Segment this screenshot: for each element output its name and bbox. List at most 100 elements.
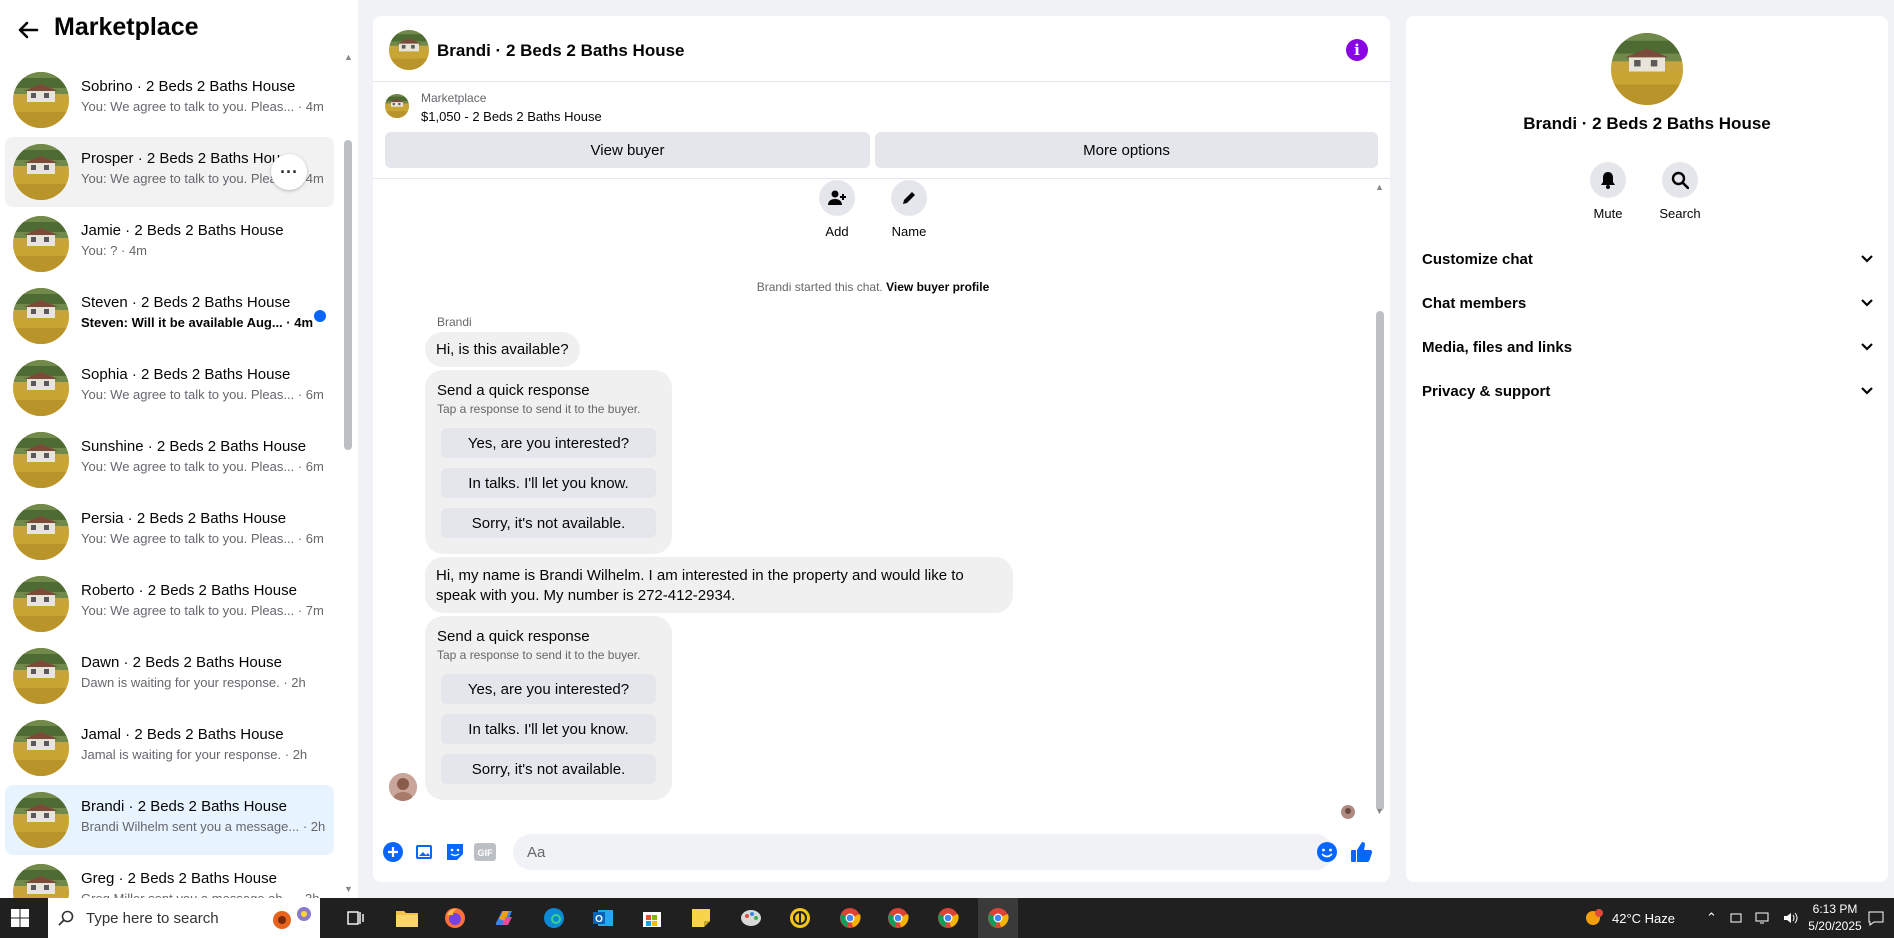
sticky-notes-icon[interactable]: [687, 904, 715, 932]
store-icon[interactable]: [638, 904, 666, 932]
media-files-section[interactable]: Media, files and links: [1422, 327, 1874, 367]
weather-widget[interactable]: 42°C Haze: [1584, 898, 1675, 938]
conversation-preview: You: We agree to talk to you. Pleas... ·…: [81, 531, 324, 546]
more-options-icon[interactable]: ···: [271, 154, 307, 190]
search-label: Search: [1659, 206, 1701, 221]
scroll-up-arrow[interactable]: ▲: [344, 52, 353, 62]
clock[interactable]: 6:13 PM 5/20/2025: [1800, 901, 1870, 935]
chat-title[interactable]: Brandi · 2 Beds 2 Baths House: [437, 41, 685, 61]
message-bubble[interactable]: Hi, is this available?: [425, 332, 580, 367]
mute-action[interactable]: Mute: [1578, 162, 1638, 221]
app-icon[interactable]: [786, 904, 814, 932]
conversation-item[interactable]: Jamal · 2 Beds 2 Baths House Jamal is wai…: [5, 713, 334, 783]
quick-reply-button[interactable]: Yes, are you interested?: [441, 428, 656, 458]
gif-icon[interactable]: GIF: [473, 838, 497, 866]
conversation-item[interactable]: Prosper · 2 Beds 2 Baths House You: We ag…: [5, 137, 334, 207]
quick-response-title: Send a quick response: [437, 628, 590, 645]
sidebar-title: Marketplace: [54, 13, 199, 41]
quick-response-subtitle: Tap a response to send it to the buyer.: [437, 648, 641, 662]
scroll-down-arrow[interactable]: ▼: [1375, 806, 1384, 816]
plus-icon[interactable]: [381, 838, 405, 866]
emoji-icon[interactable]: [1315, 838, 1339, 866]
conversation-item[interactable]: Persia · 2 Beds 2 Baths House You: We agr…: [5, 497, 334, 567]
add-action[interactable]: Add: [807, 180, 867, 239]
conversation-avatar: [13, 144, 69, 200]
conversation-preview: Dawn is waiting for your response. · 2h: [81, 675, 306, 690]
conversation-item[interactable]: Sunshine · 2 Beds 2 Baths House You: We a…: [5, 425, 334, 495]
back-arrow-icon[interactable]: [14, 16, 42, 44]
quick-reply-button[interactable]: Yes, are you interested?: [441, 674, 656, 704]
edge-icon[interactable]: [540, 904, 568, 932]
windows-taskbar: Type here to search O 42°C Haze ⌃ 6:13 P…: [0, 898, 1894, 938]
conversation-item[interactable]: Brandi · 2 Beds 2 Baths House Brandi Wilh…: [5, 785, 334, 855]
like-icon[interactable]: [1347, 838, 1375, 866]
quick-reply-button[interactable]: In talks. I'll let you know.: [441, 714, 656, 744]
scroll-up-arrow[interactable]: ▲: [1375, 182, 1384, 192]
chat-members-section[interactable]: Chat members: [1422, 283, 1874, 323]
taskbar-search[interactable]: Type here to search: [48, 898, 320, 938]
section-label: Media, files and links: [1422, 338, 1573, 356]
section-label: Privacy & support: [1422, 382, 1551, 400]
photo-icon[interactable]: [413, 838, 437, 866]
system-message: Brandi started this chat. View buyer pro…: [373, 280, 1373, 294]
view-buyer-profile-link[interactable]: View buyer profile: [886, 280, 989, 294]
message-input[interactable]: Aa: [513, 834, 1333, 870]
chrome-icon[interactable]: [836, 904, 864, 932]
svg-text:O: O: [595, 914, 603, 925]
conversation-item[interactable]: Sobrino · 2 Beds 2 Baths House You: We ag…: [5, 65, 334, 135]
details-avatar[interactable]: [1611, 33, 1683, 105]
network-icon[interactable]: [1755, 911, 1771, 925]
conversation-item[interactable]: Sophia · 2 Beds 2 Baths House You: We agr…: [5, 353, 334, 423]
scroll-down-arrow[interactable]: ▼: [344, 884, 353, 894]
customize-chat-section[interactable]: Customize chat: [1422, 239, 1874, 279]
sidebar-scrollbar[interactable]: [344, 140, 352, 450]
conversation-name: Sophia · 2 Beds 2 Baths House: [81, 366, 291, 383]
paint-icon[interactable]: [737, 904, 765, 932]
mute-label: Mute: [1593, 206, 1623, 221]
conversation-avatar: [13, 792, 69, 848]
conversation-name: Sunshine · 2 Beds 2 Baths House: [81, 438, 307, 455]
volume-icon[interactable]: [1783, 911, 1799, 925]
divider: [373, 178, 1390, 179]
task-view-icon[interactable]: [342, 904, 370, 932]
pencil-icon: [891, 180, 927, 216]
info-icon[interactable]: i: [1346, 39, 1368, 61]
conversation-item[interactable]: Roberto · 2 Beds 2 Baths House You: We ag…: [5, 569, 334, 639]
details-title: Brandi · 2 Beds 2 Baths House: [1523, 114, 1771, 133]
quick-reply-button[interactable]: Sorry, it's not available.: [441, 508, 656, 538]
chrome-active-icon[interactable]: [978, 898, 1018, 938]
conversation-item[interactable]: Jamie · 2 Beds 2 Baths House You: ? · 4m: [5, 209, 334, 279]
quick-reply-button[interactable]: In talks. I'll let you know.: [441, 468, 656, 498]
clock-time: 6:13 PM: [1812, 902, 1858, 916]
copilot-icon[interactable]: [490, 904, 518, 932]
conversation-name: Jamal · 2 Beds 2 Baths House: [81, 726, 284, 743]
listing-thumbnail[interactable]: [385, 94, 409, 118]
buyer-avatar[interactable]: [389, 773, 417, 801]
sticker-icon[interactable]: [443, 838, 467, 866]
conversation-item[interactable]: Steven · 2 Beds 2 Baths House Steven: Wil…: [5, 281, 334, 351]
listing-title[interactable]: $1,050 - 2 Beds 2 Baths House: [421, 109, 602, 124]
chevron-up-icon[interactable]: ⌃: [1706, 910, 1717, 926]
message-bubble[interactable]: Hi, my name is Brandi Wilhelm. I am inte…: [425, 557, 1013, 613]
conversation-avatar: [13, 432, 69, 488]
outlook-icon[interactable]: O: [589, 904, 617, 932]
windows-start-icon[interactable]: [6, 904, 34, 932]
conversation-item[interactable]: Dawn · 2 Beds 2 Baths House Dawn is waiti…: [5, 641, 334, 711]
file-explorer-icon[interactable]: [393, 904, 421, 932]
view-buyer-button[interactable]: View buyer: [385, 132, 870, 168]
more-options-button[interactable]: More options: [875, 132, 1378, 168]
chat-scrollbar[interactable]: [1376, 311, 1384, 811]
chrome-profile-icon[interactable]: [934, 904, 962, 932]
search-action[interactable]: Search: [1650, 162, 1710, 221]
system-text: Brandi started this chat.: [756, 280, 883, 294]
privacy-support-section[interactable]: Privacy & support: [1422, 371, 1874, 411]
chrome-profile-icon[interactable]: [884, 904, 912, 932]
name-action[interactable]: Name: [879, 180, 939, 239]
quick-reply-button[interactable]: Sorry, it's not available.: [441, 754, 656, 784]
battery-icon[interactable]: [1729, 911, 1743, 925]
firefox-icon[interactable]: [441, 904, 469, 932]
conversation-item[interactable]: Greg · 2 Beds 2 Baths House Greg Miller s…: [5, 857, 334, 898]
section-label: Customize chat: [1422, 250, 1533, 268]
chat-avatar[interactable]: [389, 30, 429, 70]
notification-icon[interactable]: [1862, 904, 1890, 932]
